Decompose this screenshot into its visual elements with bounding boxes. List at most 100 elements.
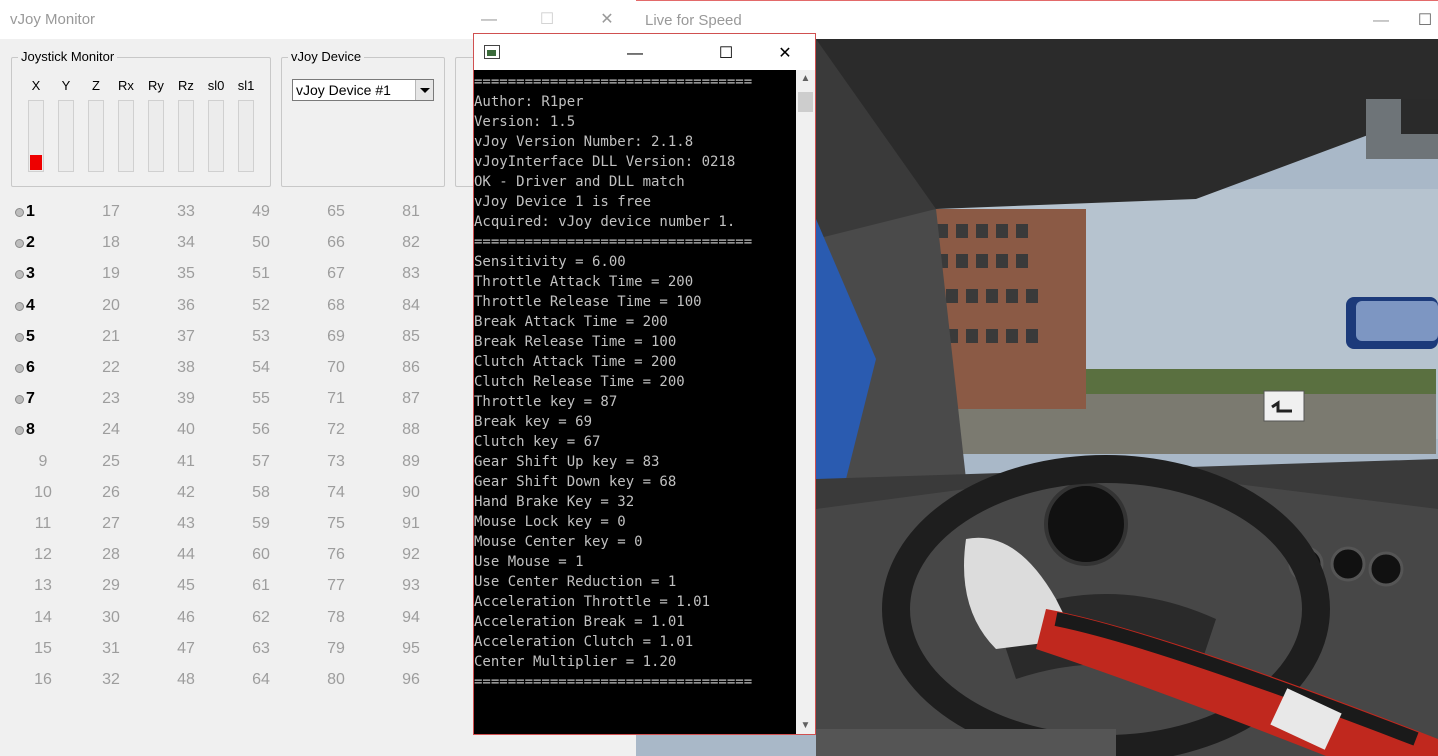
axis-meter (118, 100, 134, 172)
console-line: ================================= (474, 74, 753, 90)
button-number: 60 (252, 546, 270, 563)
button-number: 59 (252, 515, 270, 532)
button-number: 52 (252, 297, 270, 314)
button-number: 81 (402, 203, 420, 220)
console-line: Acceleration Clutch = 1.01 (474, 634, 694, 650)
console-line: Break Release Time = 100 (474, 334, 677, 350)
console-line: vJoyInterface DLL Version: 0218 (474, 154, 736, 170)
button-number: 75 (327, 515, 345, 532)
button-number: 21 (102, 328, 120, 345)
button-number: 77 (327, 577, 345, 594)
vjoy-device-group: vJoy Device (281, 49, 445, 187)
console-line: Use Center Reduction = 1 (474, 574, 677, 590)
button-number: 34 (177, 234, 195, 251)
axis-label: Z (92, 78, 100, 93)
close-button[interactable]: ✕ (762, 34, 808, 73)
console-line: ================================= (474, 674, 753, 690)
scroll-down-icon[interactable]: ▼ (796, 717, 815, 734)
minimize-button[interactable]: — (1358, 1, 1404, 40)
button-number: 14 (34, 609, 52, 626)
button-number: 70 (327, 359, 345, 376)
console-lines: ================================= Author:… (474, 70, 796, 692)
button-number: 17 (102, 203, 120, 220)
button-number: 11 (34, 515, 52, 532)
button-number: 51 (252, 265, 270, 282)
button-indicator-icon (15, 333, 24, 342)
button-number: 20 (102, 297, 120, 314)
axis-meter (208, 100, 224, 172)
button-number: 4 (26, 297, 35, 314)
button-number: 88 (402, 421, 420, 438)
button-number: 87 (402, 390, 420, 407)
console-line: Clutch key = 67 (474, 434, 601, 450)
button-number: 66 (327, 234, 345, 251)
button-number: 2 (26, 234, 35, 251)
axis-label: Rz (178, 78, 194, 93)
console-line: Mouse Lock key = 0 (474, 514, 626, 530)
scroll-up-icon[interactable]: ▲ (796, 70, 815, 87)
button-number: 82 (402, 234, 420, 251)
button-number: 80 (327, 671, 345, 688)
joystick-monitor-group: Joystick Monitor (11, 49, 271, 187)
button-number: 24 (102, 421, 120, 438)
console-line: Break key = 69 (474, 414, 593, 430)
console-line: Acceleration Break = 1.01 (474, 614, 685, 630)
button-number: 67 (327, 265, 345, 282)
console-scrollbar[interactable]: ▲ ▼ (796, 70, 815, 734)
axis-meter (148, 100, 164, 172)
axis-label: Ry (148, 78, 164, 93)
button-number: 55 (252, 390, 270, 407)
console-line: Break Attack Time = 200 (474, 314, 668, 330)
button-number: 53 (252, 328, 270, 345)
axis-label: sl1 (237, 78, 255, 93)
device-select[interactable]: vJoy Device #1 (292, 79, 434, 101)
console-line: vJoy Device 1 is free (474, 194, 652, 210)
scroll-thumb[interactable] (798, 92, 813, 112)
chevron-down-icon[interactable] (415, 80, 433, 100)
button-number: 32 (102, 671, 120, 688)
button-number: 38 (177, 359, 195, 376)
button-number: 43 (177, 515, 195, 532)
button-number: 68 (327, 297, 345, 314)
console-line: Author: R1per (474, 94, 584, 110)
button-indicator-icon (15, 239, 24, 248)
group-label: Joystick Monitor (18, 49, 118, 64)
maximize-button[interactable]: ☐ (703, 34, 749, 73)
button-number: 36 (177, 297, 195, 314)
axis-label: sl0 (207, 78, 225, 93)
button-number: 47 (177, 640, 195, 657)
console-line: Acquired: vJoy device number 1. (474, 214, 736, 230)
button-number: 33 (177, 203, 195, 220)
button-number: 22 (102, 359, 120, 376)
axis-meter (88, 100, 104, 172)
button-number: 61 (252, 577, 270, 594)
axis-label: Rx (118, 78, 134, 93)
button-number: 57 (252, 453, 270, 470)
window-title: vJoy Monitor (10, 11, 96, 28)
button-number: 50 (252, 234, 270, 251)
button-number: 10 (34, 484, 52, 501)
button-number: 1 (26, 203, 35, 220)
button-number: 30 (102, 609, 120, 626)
button-number: 48 (177, 671, 195, 688)
button-number: 25 (102, 453, 120, 470)
button-number: 28 (102, 546, 120, 563)
axis-meter (28, 100, 44, 172)
button-number: 93 (402, 577, 420, 594)
maximize-button[interactable]: ☐ (1402, 1, 1438, 40)
console-line: Clutch Release Time = 200 (474, 374, 685, 390)
console-titlebar[interactable]: — ☐ ✕ (474, 34, 815, 70)
button-number: 78 (327, 609, 345, 626)
button-number: 72 (327, 421, 345, 438)
button-indicator-icon (15, 302, 24, 311)
button-number: 3 (26, 265, 35, 282)
button-number: 71 (327, 390, 345, 407)
button-number: 41 (177, 453, 195, 470)
button-indicator-icon (15, 208, 24, 217)
console-output[interactable]: ================================= Author:… (474, 70, 796, 734)
console-app-icon-inner (487, 50, 496, 56)
button-number: 16 (34, 671, 52, 688)
button-indicator-icon (15, 364, 24, 373)
button-number: 56 (252, 421, 270, 438)
minimize-button[interactable]: — (612, 34, 658, 73)
